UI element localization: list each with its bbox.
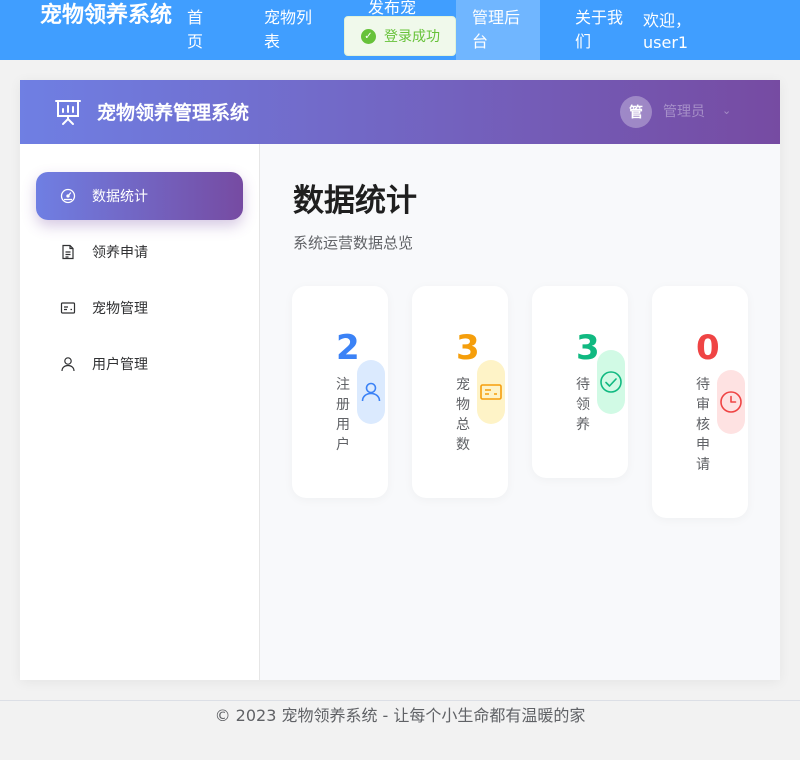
sidebar-item-statistics[interactable]: 数据统计 xyxy=(36,172,243,220)
nav-home[interactable]: 首页 xyxy=(187,6,207,54)
sidebar-item-label: 领养申请 xyxy=(92,245,148,261)
sidebar-item-pet-management[interactable]: 宠物管理 xyxy=(36,284,243,332)
card-icon xyxy=(60,302,76,314)
stat-label: 待审核申请 xyxy=(696,377,710,473)
check-circle-icon: ✓ xyxy=(361,28,376,44)
admin-header: 宠物领养管理系统 管 管理员 ⌄ xyxy=(20,80,780,144)
stat-label: 注册用户 xyxy=(336,377,350,453)
site-brand[interactable]: 宠物领养系统 xyxy=(40,0,172,32)
welcome-user[interactable]: 欢迎，user1 xyxy=(643,10,703,54)
main-content: 数据统计 系统运营数据总览 2 注册用户 3 宠物总数 3 待领养 0 待审核申… xyxy=(260,144,780,680)
dashboard-icon xyxy=(60,188,76,204)
admin-app: 宠物领养管理系统 管 管理员 ⌄ 数据统计 领养申请 宠物管理 用户管理 数据统… xyxy=(20,80,780,680)
login-success-toast: ✓ 登录成功 xyxy=(344,16,456,56)
nav-pet-list[interactable]: 宠物列表 xyxy=(264,6,316,54)
sidebar-item-label: 宠物管理 xyxy=(92,301,148,317)
toast-message: 登录成功 xyxy=(384,29,440,45)
stat-card-available[interactable]: 3 待领养 xyxy=(532,286,628,478)
footer: © 2023 宠物领养系统 - 让每个小生命都有温暖的家 xyxy=(0,700,800,760)
admin-title: 宠物领养管理系统 xyxy=(97,102,250,124)
nav-admin[interactable]: 管理后台 xyxy=(456,0,540,60)
stat-icon-box xyxy=(357,360,385,424)
card-icon xyxy=(480,384,502,400)
page-subtitle: 系统运营数据总览 xyxy=(293,234,414,252)
stat-icon-box xyxy=(477,360,505,424)
check-circle-icon xyxy=(600,371,622,393)
user-icon xyxy=(61,357,75,372)
page-title: 数据统计 xyxy=(293,183,417,219)
chevron-down-icon[interactable]: ⌄ xyxy=(722,104,731,117)
stat-card-pending[interactable]: 0 待审核申请 xyxy=(652,286,748,518)
stat-value: 0 xyxy=(696,328,720,368)
sidebar-item-label: 数据统计 xyxy=(92,189,148,205)
sidebar-item-adoption-requests[interactable]: 领养申请 xyxy=(36,228,243,276)
nav-about[interactable]: 关于我们 xyxy=(575,6,627,54)
sidebar-item-label: 用户管理 xyxy=(92,357,148,373)
clock-icon xyxy=(720,391,742,413)
presentation-chart-icon xyxy=(55,100,81,125)
stat-card-users[interactable]: 2 注册用户 xyxy=(292,286,388,498)
user-icon xyxy=(361,382,381,402)
admin-username[interactable]: 管理员 xyxy=(663,102,705,122)
sidebar-item-user-management[interactable]: 用户管理 xyxy=(36,340,243,388)
stat-value: 2 xyxy=(336,328,360,368)
stat-card-pets[interactable]: 3 宠物总数 xyxy=(412,286,508,498)
stat-label: 待领养 xyxy=(576,377,590,433)
stat-icon-box xyxy=(597,350,625,414)
stat-icon-box xyxy=(717,370,745,434)
footer-text: © 2023 宠物领养系统 - 让每个小生命都有温暖的家 xyxy=(214,706,586,725)
sidebar: 数据统计 领养申请 宠物管理 用户管理 xyxy=(20,144,260,680)
stat-value: 3 xyxy=(456,328,480,368)
stat-label: 宠物总数 xyxy=(456,377,470,453)
document-icon xyxy=(62,244,74,260)
avatar[interactable]: 管 xyxy=(620,96,652,128)
